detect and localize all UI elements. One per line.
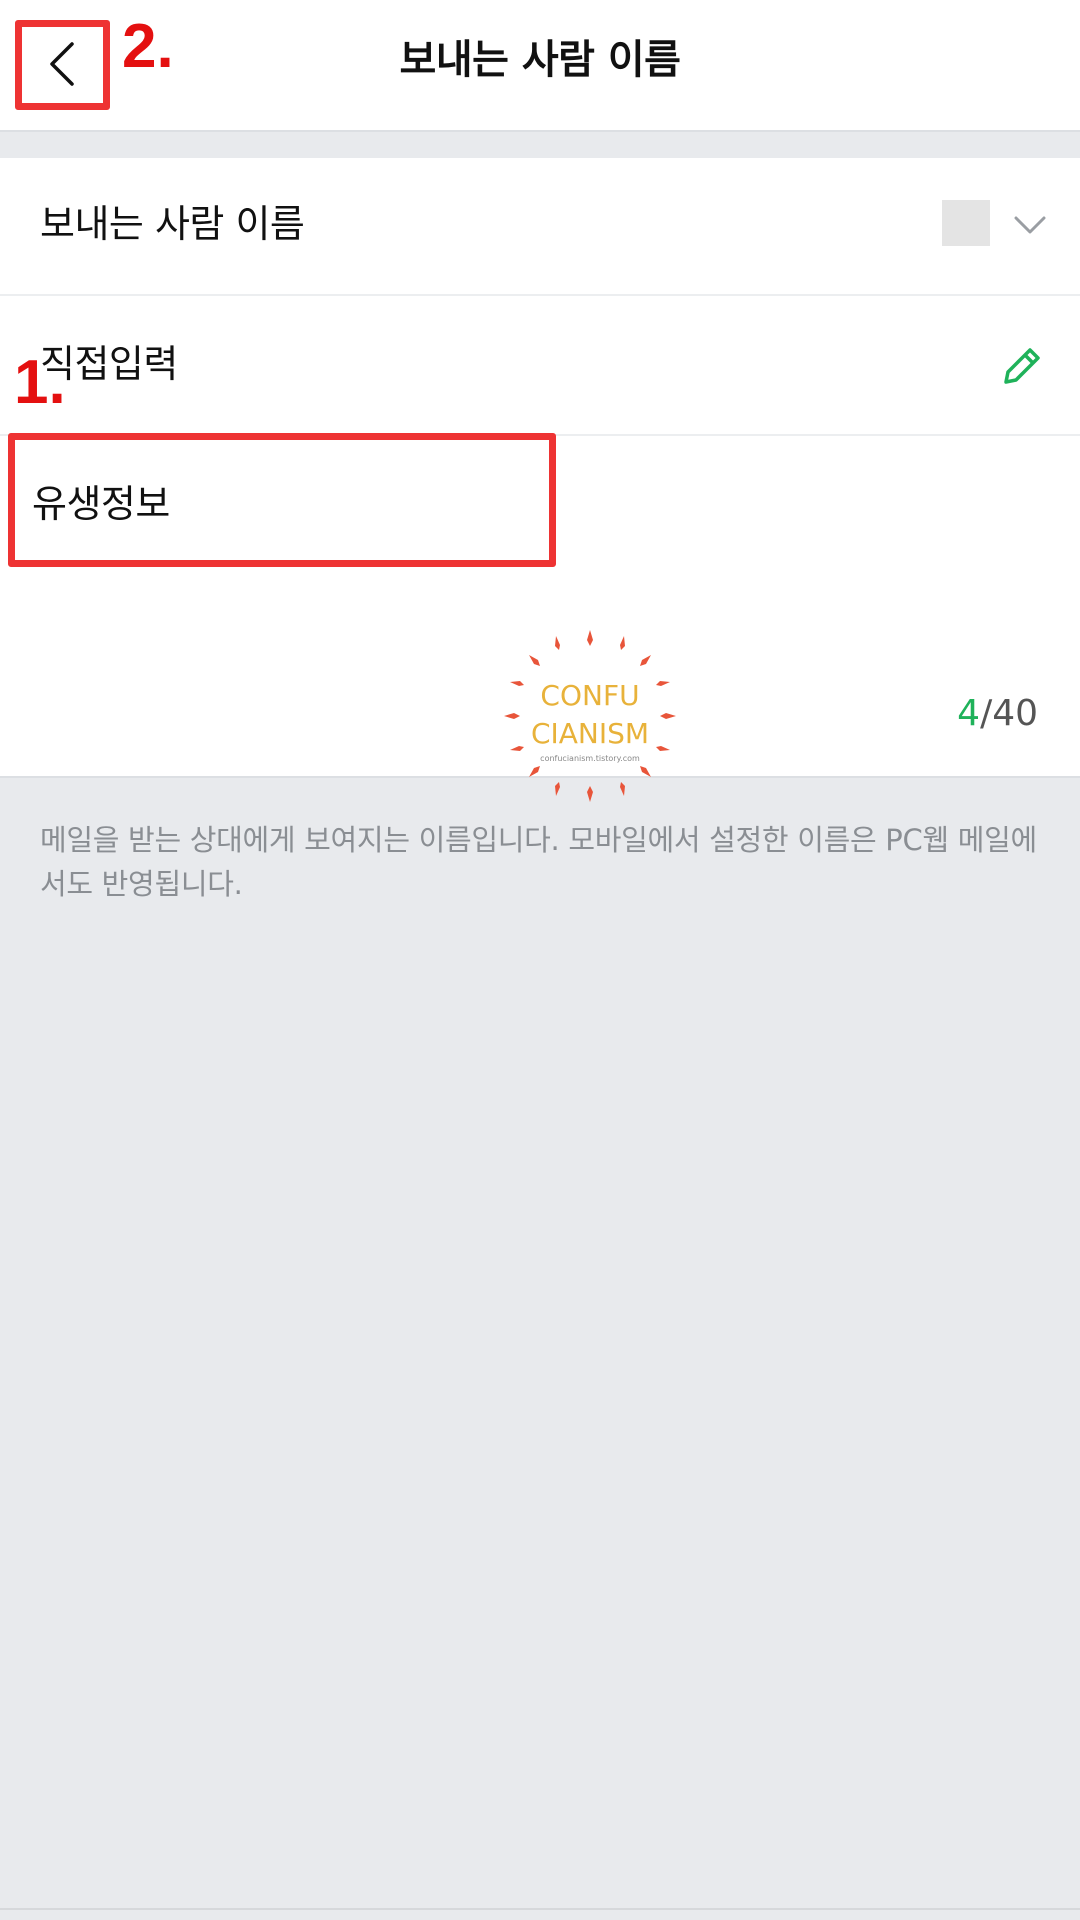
sender-name-label: 보내는 사람 이름 <box>40 202 305 246</box>
annotation-box-name <box>8 433 556 567</box>
annotation-label-2: 2. <box>122 12 174 81</box>
chevron-down-icon[interactable] <box>1008 202 1052 246</box>
watermark-logo: CONFU CIANISM confucianism.tistory.com <box>502 628 678 804</box>
watermark-line2: CIANISM <box>530 717 650 750</box>
watermark-url: confucianism.tistory.com <box>540 754 640 763</box>
bottom-divider <box>0 1908 1080 1910</box>
character-counter: 4/40 <box>957 692 1038 736</box>
sender-name-row[interactable]: 보내는 사람 이름 <box>0 158 1080 296</box>
direct-input-row[interactable]: 직접입력 <box>0 298 1080 436</box>
annotation-label-1: 1. <box>14 348 66 417</box>
selection-swatch <box>942 200 990 246</box>
sunburst-icon <box>504 630 676 802</box>
watermark-line1: CONFU <box>540 679 640 712</box>
counter-max: /40 <box>980 693 1038 734</box>
help-text: 메일을 받는 상대에게 보여지는 이름입니다. 모바일에서 설정한 이름은 PC… <box>40 823 1037 901</box>
annotation-box-back <box>15 20 110 110</box>
pencil-icon[interactable] <box>996 340 1048 392</box>
counter-current: 4 <box>957 693 981 734</box>
header-divider <box>0 132 1080 158</box>
